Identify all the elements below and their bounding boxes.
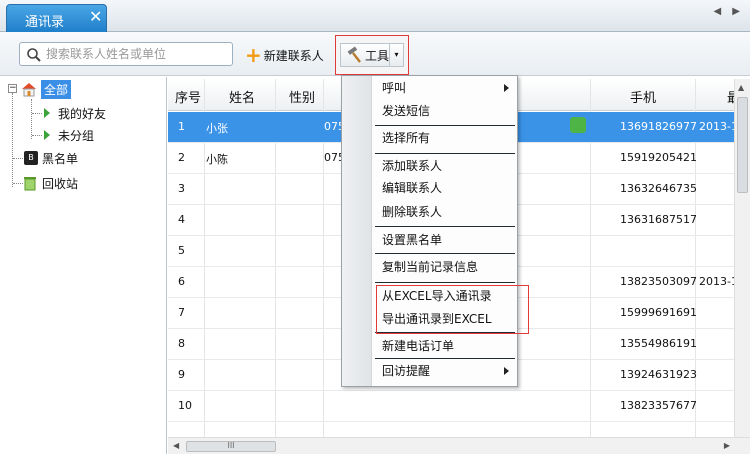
tools-button-group: 工具 ▾ <box>335 35 409 75</box>
cell-no: 6 <box>178 275 185 288</box>
group-tree: − 全部 我的好友 未分组 B 黑名单 回收站 <box>0 77 167 454</box>
tree-item-label: 回收站 <box>42 176 79 191</box>
tab-bar: 通讯录 ✕ ◀ ▶ <box>0 0 750 32</box>
recycle-bin-icon <box>24 177 36 191</box>
scroll-right-icon[interactable]: ▶ <box>724 441 730 450</box>
menu-separator <box>375 282 515 283</box>
new-contact-label: 新建联系人 <box>263 48 324 63</box>
header-mobile[interactable]: 手机 <box>630 87 656 106</box>
cell-no: 9 <box>178 368 185 381</box>
tab-label: 通讯录 <box>25 15 65 30</box>
close-icon[interactable]: ✕ <box>89 8 102 26</box>
menu-item[interactable]: 删除联系人 <box>382 202 442 222</box>
cell-mobile: 13823357677 <box>620 399 697 412</box>
collapse-icon[interactable]: − <box>8 84 17 93</box>
cell-no: 10 <box>178 399 192 412</box>
cell-mobile: 13631687517 <box>620 213 697 226</box>
tree-line <box>32 113 42 114</box>
tree-item-label: 全部 <box>41 79 72 99</box>
phone-icon[interactable] <box>570 117 586 133</box>
tree-line <box>12 93 13 187</box>
tab-scroll-arrows[interactable]: ◀ ▶ <box>713 6 744 17</box>
menu-separator <box>375 253 515 254</box>
cell-mobile: 15999691691 <box>620 306 697 319</box>
menu-item[interactable]: 回访提醒 <box>382 361 430 381</box>
menu-item[interactable]: 设置黑名单 <box>382 230 442 250</box>
menu-item[interactable]: 复制当前记录信息 <box>382 257 478 277</box>
cell-name: 小张 <box>206 122 228 135</box>
tree-item-all[interactable]: 全部 <box>20 79 72 99</box>
menu-separator <box>375 153 515 154</box>
tab-contacts[interactable]: 通讯录 ✕ <box>6 4 107 32</box>
new-contact-button[interactable]: + 新建联系人 <box>245 45 324 65</box>
cell-mobile: 13823503097 <box>620 275 697 288</box>
group-icon <box>44 108 50 118</box>
menu-gutter <box>342 76 372 386</box>
tree-item-friends[interactable]: 我的好友 <box>44 103 106 123</box>
vertical-scrollbar[interactable]: ▲ <box>734 79 750 437</box>
search-box[interactable] <box>19 42 233 66</box>
menu-item[interactable]: 呼叫 <box>382 78 406 98</box>
home-icon <box>22 83 36 97</box>
tools-label: 工具 <box>365 48 390 63</box>
excel-items-highlight <box>376 285 529 334</box>
cell-no: 3 <box>178 182 185 195</box>
header-name[interactable]: 姓名 <box>229 87 255 106</box>
menu-item[interactable]: 新建电话订单 <box>382 336 454 356</box>
menu-item[interactable]: 选择所有 <box>382 128 430 148</box>
cell-no: 5 <box>178 244 185 257</box>
search-input[interactable] <box>46 45 228 63</box>
cell-mobile: 13554986191 <box>620 337 697 350</box>
tree-line <box>13 158 23 159</box>
cell-mobile: 15919205421 <box>620 151 697 164</box>
cell-name: 小陈 <box>206 153 228 166</box>
horizontal-scrollbar[interactable]: ◀ III ▶ <box>168 437 750 454</box>
cell-no: 8 <box>178 337 185 350</box>
tree-item-blacklist[interactable]: B 黑名单 <box>24 148 78 168</box>
menu-separator <box>375 125 515 126</box>
cell-no: 1 <box>178 120 185 133</box>
menu-item[interactable]: 发送短信 <box>382 101 430 121</box>
menu-separator <box>375 226 515 227</box>
cell-mobile: 13691826977 <box>620 120 697 133</box>
header-no[interactable]: 序号 <box>175 87 201 106</box>
blacklist-icon: B <box>24 151 38 165</box>
submenu-arrow-icon <box>504 84 509 92</box>
scroll-left-icon[interactable]: ◀ <box>173 441 179 450</box>
tree-line <box>32 135 42 136</box>
search-icon <box>27 48 41 62</box>
tree-item-label: 我的好友 <box>58 106 107 121</box>
cell-no: 2 <box>178 151 185 164</box>
menu-separator <box>375 358 515 359</box>
tools-dropdown-arrow[interactable]: ▾ <box>390 43 404 67</box>
tree-item-label: 未分组 <box>58 128 95 143</box>
menu-item[interactable]: 编辑联系人 <box>382 178 442 198</box>
tree-item-ungrouped[interactable]: 未分组 <box>44 125 94 145</box>
tree-item-label: 黑名单 <box>42 151 79 166</box>
table-row[interactable]: 10 13823357677 <box>168 391 734 422</box>
tools-menu: 呼叫 发送短信 选择所有 添加联系人 编辑联系人 删除联系人 设置黑名单 复制当前记录信息 从E… <box>341 75 529 387</box>
tree-line <box>31 99 32 139</box>
cell-mobile: 13632646735 <box>620 182 697 195</box>
tools-button[interactable]: 工具 <box>340 43 390 67</box>
plus-icon: + <box>245 43 262 67</box>
tree-item-recycle[interactable]: 回收站 <box>22 173 78 193</box>
scroll-thumb[interactable]: III <box>186 441 276 452</box>
menu-item[interactable]: 添加联系人 <box>382 156 442 176</box>
group-icon <box>44 130 50 140</box>
cell-no: 4 <box>178 213 185 226</box>
cell-no: 7 <box>178 306 185 319</box>
header-gender[interactable]: 性别 <box>289 87 315 106</box>
cell-mobile: 13924631923 <box>620 368 697 381</box>
submenu-arrow-icon <box>504 367 509 375</box>
toolbar: + 新建联系人 工具 ▾ <box>0 32 750 76</box>
hammer-icon <box>347 46 361 63</box>
scroll-up-icon[interactable]: ▲ <box>738 83 744 92</box>
scroll-thumb[interactable] <box>737 97 748 193</box>
